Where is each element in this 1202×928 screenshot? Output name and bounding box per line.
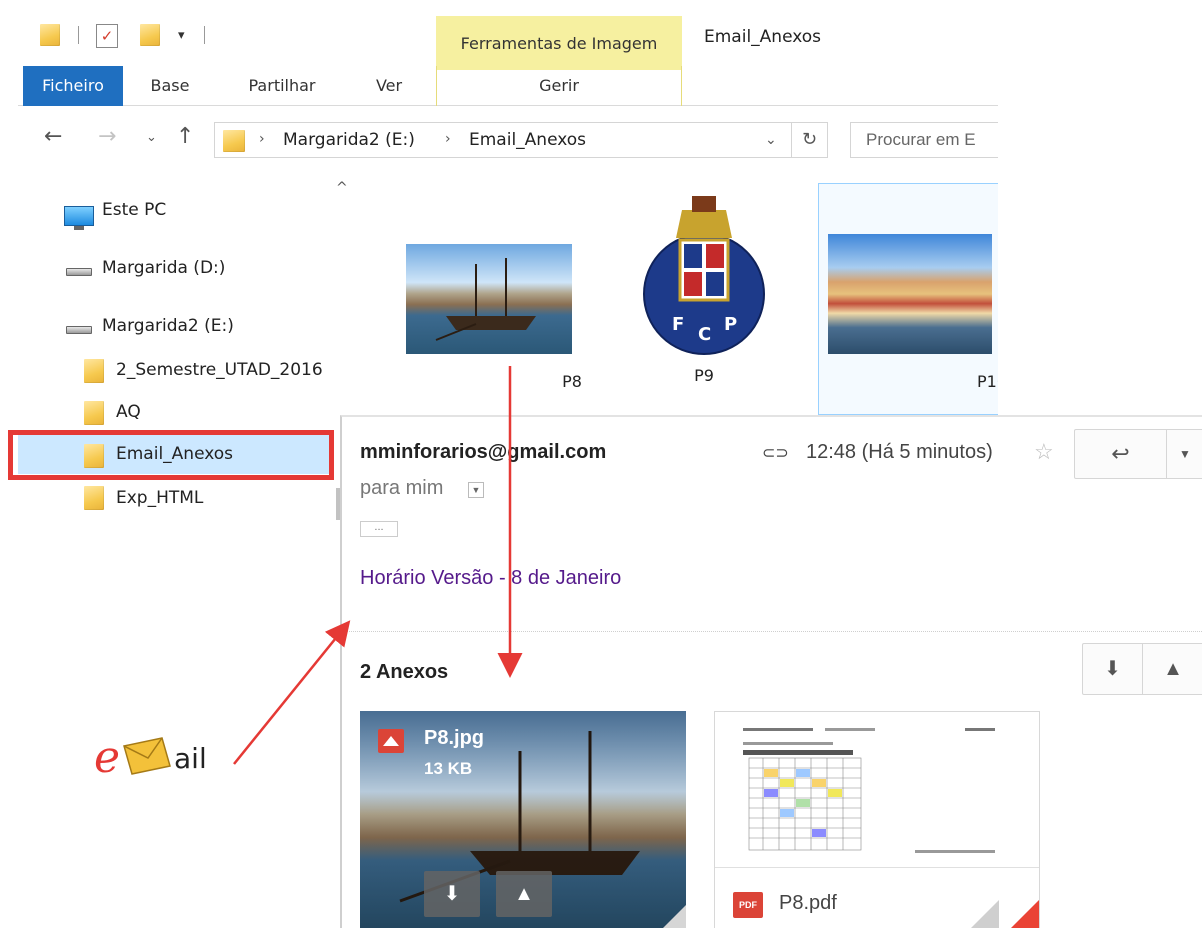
nav-item-folder-exp-html[interactable]: Exp_HTML xyxy=(116,488,203,508)
svg-text:C: C xyxy=(698,324,711,345)
message-time: 12:48 (Há 5 minutos) xyxy=(806,441,993,463)
arrow-up-right xyxy=(233,620,351,765)
nav-item-folder-semestre[interactable]: 2_Semestre_UTAD_2016 xyxy=(116,360,336,380)
attachment-name: P8.jpg xyxy=(424,727,485,749)
folder-icon xyxy=(223,130,245,152)
fcp-crest-icon: F C P xyxy=(643,196,765,355)
image-icon xyxy=(378,729,404,753)
window-title: Email_Anexos xyxy=(704,27,822,47)
attachment-preview-document xyxy=(715,712,1039,868)
message-subject: Horário Versão - 8 de Janeiro xyxy=(360,567,622,589)
file-item-p8[interactable]: P8 xyxy=(406,244,582,394)
address-bar[interactable]: › Margarida2 (E:) › Email_Anexos ⌄ xyxy=(214,122,792,158)
recipient-details-icon[interactable]: ▼ xyxy=(468,482,484,498)
tab-manage[interactable]: Gerir xyxy=(436,66,682,106)
breadcrumb-separator[interactable]: › xyxy=(259,131,265,147)
drive-icon xyxy=(66,268,92,276)
nav-item-drive-e[interactable]: Margarida2 (E:) xyxy=(102,316,234,336)
breadcrumb-separator[interactable]: › xyxy=(445,131,451,147)
recent-locations-icon[interactable]: ⌄ xyxy=(146,130,157,145)
page-fold-corner xyxy=(650,905,686,928)
picture-tools-title: Ferramentas de Imagem xyxy=(460,34,658,53)
search-input[interactable] xyxy=(851,123,998,157)
boat-photo xyxy=(435,258,536,341)
nav-item-this-pc[interactable]: Este PC xyxy=(102,200,166,220)
attachments-actions: ⬇ ▲ xyxy=(1082,643,1202,695)
folder-icon xyxy=(84,359,104,383)
file-item-p10[interactable]: P10 xyxy=(828,234,998,394)
attachment-card-pdf[interactable]: PDF P8.pdf xyxy=(714,711,1040,928)
recipient-label: para mim xyxy=(360,477,444,499)
computer-icon xyxy=(64,206,94,230)
divider xyxy=(342,631,1202,632)
back-arrow-icon[interactable]: ← xyxy=(44,124,62,149)
drive-icon xyxy=(66,326,92,334)
folder-icon xyxy=(84,486,104,510)
picture-tools-group: Ferramentas de Imagem xyxy=(436,16,682,70)
attachment-card-jpg[interactable]: P8.jpg 13 KB ⬇ ▲ xyxy=(360,711,686,928)
pdf-icon: PDF xyxy=(733,892,763,918)
svg-text:F: F xyxy=(672,314,684,335)
file-name: P8 xyxy=(562,372,582,391)
google-drive-icon[interactable]: ▲ xyxy=(1143,644,1202,694)
search-box[interactable] xyxy=(850,122,998,158)
separator xyxy=(204,26,205,44)
file-thumbnail xyxy=(406,244,572,354)
up-arrow-icon[interactable]: ↑ xyxy=(176,124,194,149)
properties-icon[interactable]: ✓ xyxy=(96,24,118,48)
page-fold-shadow xyxy=(959,900,999,928)
attachments-title: 2 Anexos xyxy=(360,661,449,683)
reply-button-group: ↩ ▼ xyxy=(1074,429,1202,479)
file-name: P10 xyxy=(976,372,998,391)
file-name[interactable]: P9 xyxy=(640,366,768,385)
nav-item-drive-d[interactable]: Margarida (D:) xyxy=(102,258,225,278)
svg-text:P: P xyxy=(724,314,737,335)
ribbon-tabs: Ficheiro Base Partilhar Ver Gerir xyxy=(18,66,998,106)
refresh-icon[interactable]: ↻ xyxy=(792,122,828,158)
folder-icon xyxy=(84,401,104,425)
star-icon[interactable]: ☆ xyxy=(1034,439,1054,465)
show-trimmed-content-button[interactable]: ... xyxy=(360,521,398,537)
highlight-rectangle xyxy=(8,430,334,480)
envelope-icon xyxy=(123,737,171,775)
address-row: ← → ⌄ ↑ › Margarida2 (E:) › Email_Anexos… xyxy=(18,116,998,160)
logo-letter-e: e xyxy=(94,732,121,783)
ribbon-title-bar: ✓ ▾ Ferramentas de Imagem Email_Anexos xyxy=(18,8,998,70)
timetable-document-preview xyxy=(743,728,995,853)
breadcrumb-folder[interactable]: Email_Anexos xyxy=(469,130,586,150)
scroll-up-icon[interactable]: ^ xyxy=(336,180,348,196)
reply-icon[interactable]: ↩ xyxy=(1075,430,1167,478)
sender-address[interactable]: mminforarios@gmail.com xyxy=(360,441,606,464)
new-folder-icon[interactable] xyxy=(140,24,160,46)
fcp-crest-thumbnail[interactable]: F C P xyxy=(640,190,768,360)
forward-arrow-icon[interactable]: → xyxy=(98,124,116,149)
customize-toolbar-icon[interactable]: ▾ xyxy=(178,28,185,43)
chevron-down-icon[interactable]: ▼ xyxy=(1167,430,1202,478)
file-thumbnail xyxy=(828,234,992,354)
tab-view[interactable]: Ver xyxy=(358,66,420,106)
folder-icon[interactable] xyxy=(40,24,60,46)
separator xyxy=(78,26,79,44)
attachment-name: P8.pdf xyxy=(779,892,837,914)
tab-file[interactable]: Ficheiro xyxy=(23,66,123,106)
download-all-icon[interactable]: ⬇ xyxy=(1083,644,1143,694)
gmail-message-panel: mminforarios@gmail.com ⊂⊃ 12:48 (Há 5 mi… xyxy=(340,415,1202,928)
tab-home[interactable]: Base xyxy=(130,66,210,106)
paperclip-icon: ⊂⊃ xyxy=(762,445,789,462)
chevron-down-icon[interactable]: ⌄ xyxy=(765,132,777,148)
google-drive-icon[interactable]: ▲ xyxy=(496,871,552,917)
tab-share[interactable]: Partilhar xyxy=(230,66,334,106)
download-icon[interactable]: ⬇ xyxy=(424,871,480,917)
page-fold-corner xyxy=(999,900,1039,928)
nav-item-folder-aq[interactable]: AQ xyxy=(116,402,141,422)
logo-text: ail xyxy=(174,742,207,775)
attachment-size: 13 KB xyxy=(424,759,473,778)
breadcrumb-drive[interactable]: Margarida2 (E:) xyxy=(283,130,415,150)
email-logo: e ail xyxy=(94,730,234,790)
